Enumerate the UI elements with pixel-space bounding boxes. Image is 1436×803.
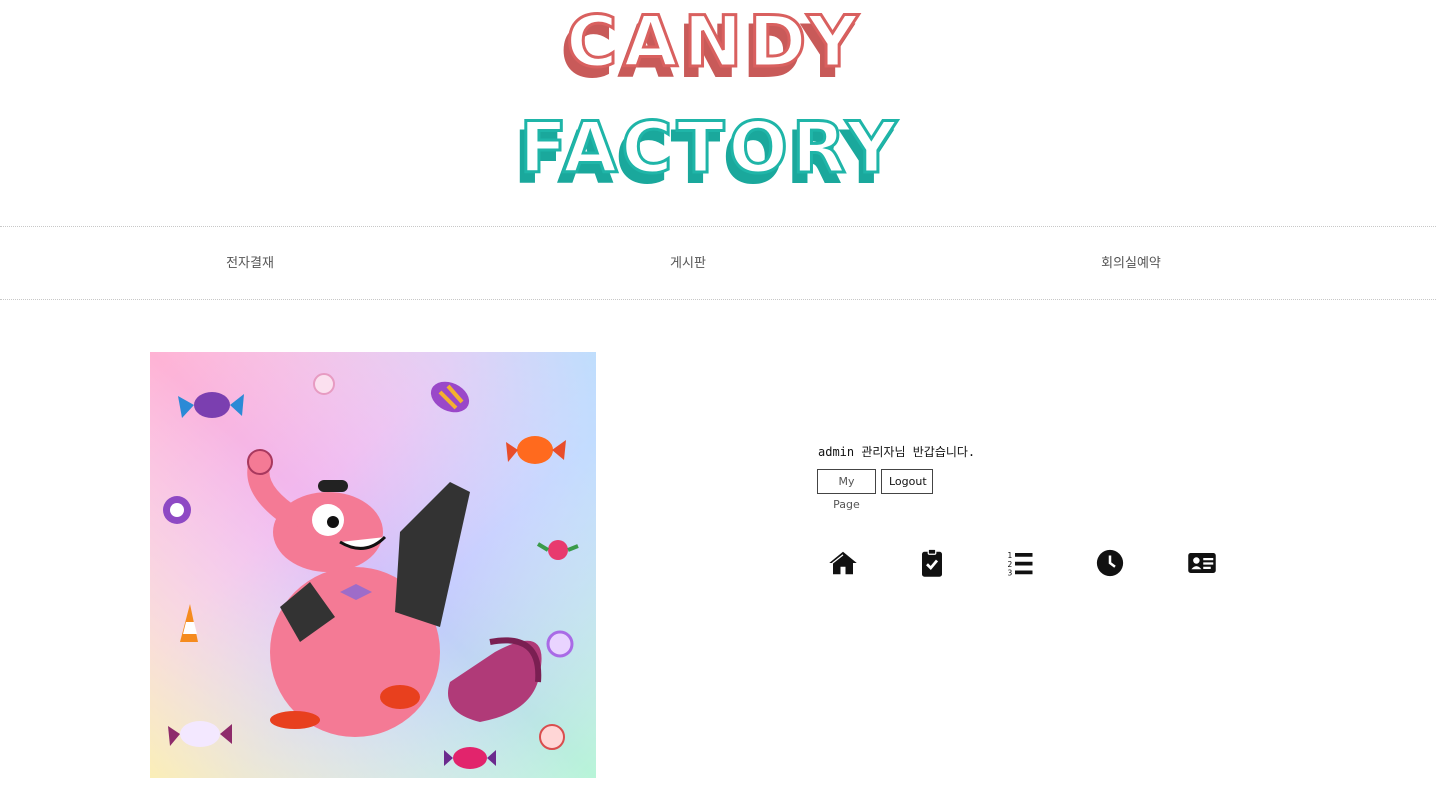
nav-item-meeting-room[interactable]: 회의실예약 [1101,252,1161,271]
logout-button[interactable]: Logout [881,469,933,494]
svg-text:1: 1 [1008,551,1013,560]
clock-icon[interactable] [1095,548,1125,578]
svg-text:3: 3 [1008,569,1013,578]
logo-line2: FACTORY [519,107,900,189]
svg-text:2: 2 [1008,560,1013,569]
nav-item-board[interactable]: 게시판 [670,252,706,271]
main-nav: 전자결재 게시판 회의실예약 [0,226,1436,300]
home-icon[interactable] [828,548,858,578]
address-card-icon[interactable] [1187,548,1217,578]
nav-item-approval[interactable]: 전자결재 [226,252,274,271]
welcome-message: admin 관리자님 반갑습니다. [818,445,976,459]
clipboard-check-icon[interactable] [917,548,947,578]
logo-line1: CANDY [566,1,864,83]
site-logo[interactable]: CANDY CANDY FACTORY FACTORY [0,0,1436,200]
mypage-button[interactable]: My Page [817,469,876,511]
hero-illustration [150,352,596,778]
list-ol-icon[interactable]: 123 [1005,548,1035,578]
